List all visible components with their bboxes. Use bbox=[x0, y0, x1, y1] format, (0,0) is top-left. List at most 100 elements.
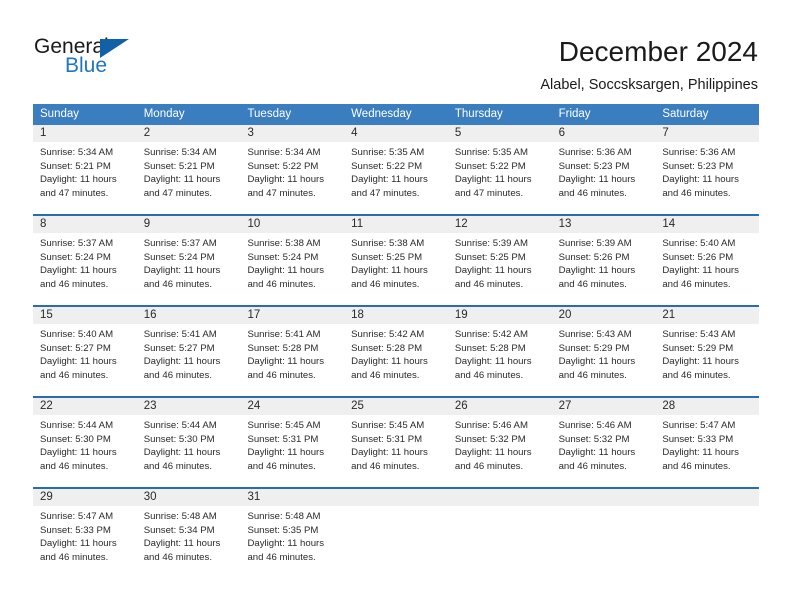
day-info: Sunrise: 5:36 AM Sunset: 5:23 PM Daylight:… bbox=[552, 142, 656, 200]
calendar-day-cell[interactable]: 1 Sunrise: 5:34 AM Sunset: 5:21 PM Daylight… bbox=[33, 125, 137, 214]
sunset-text: Sunset: 5:22 PM bbox=[351, 160, 423, 172]
day-number: 6 bbox=[558, 127, 565, 139]
daylight-text-line1: Daylight: 11 hours bbox=[558, 356, 636, 368]
day-info: Sunrise: 5:34 AM Sunset: 5:21 PM Daylight:… bbox=[137, 142, 241, 200]
calendar-day-cell[interactable]: 24 Sunrise: 5:45 AM Sunset: 5:31 PM Dayligh… bbox=[240, 398, 345, 487]
calendar-day-cell[interactable]: 16 Sunrise: 5:41 AM Sunset: 5:27 PM Dayligh… bbox=[136, 307, 241, 396]
sunrise-text: Sunrise: 5:46 AM bbox=[558, 420, 632, 431]
day-number-band: 10 bbox=[240, 216, 345, 233]
daylight-text-line1: Daylight: 11 hours bbox=[40, 265, 117, 277]
day-number: 18 bbox=[351, 309, 364, 321]
day-info: Sunrise: 5:48 AM Sunset: 5:34 PM Daylight:… bbox=[137, 506, 241, 564]
sunset-text: Sunset: 5:30 PM bbox=[143, 433, 215, 445]
daylight-text-line2: and 46 minutes. bbox=[454, 278, 524, 290]
day-number: 8 bbox=[40, 218, 47, 230]
calendar-weeks: 1 Sunrise: 5:34 AM Sunset: 5:21 PM Daylight… bbox=[33, 125, 760, 578]
calendar-day-cell[interactable]: 8 Sunrise: 5:37 AM Sunset: 5:24 PM Daylight… bbox=[33, 216, 137, 305]
calendar-day-cell[interactable]: 23 Sunrise: 5:44 AM Sunset: 5:30 PM Dayligh… bbox=[136, 398, 241, 487]
calendar-day-cell[interactable]: 25 Sunrise: 5:45 AM Sunset: 5:31 PM Dayligh… bbox=[344, 398, 448, 487]
calendar-day-cell[interactable]: 12 Sunrise: 5:39 AM Sunset: 5:25 PM Dayligh… bbox=[447, 216, 552, 305]
daylight-text-line2: and 46 minutes. bbox=[454, 460, 524, 472]
calendar-day-cell[interactable]: 27 Sunrise: 5:46 AM Sunset: 5:32 PM Dayligh… bbox=[551, 398, 656, 487]
daylight-text-line1: Daylight: 11 hours bbox=[247, 447, 325, 459]
day-number-band bbox=[551, 489, 656, 506]
calendar-day-cell[interactable]: 21 Sunrise: 5:43 AM Sunset: 5:29 PM Dayligh… bbox=[655, 307, 760, 396]
calendar-day-cell[interactable]: 10 Sunrise: 5:38 AM Sunset: 5:24 PM Dayligh… bbox=[240, 216, 345, 305]
day-info: Sunrise: 5:47 AM Sunset: 5:33 PM Daylight:… bbox=[655, 415, 759, 473]
day-number-band: 15 bbox=[33, 307, 137, 324]
day-number: 28 bbox=[662, 400, 676, 412]
sunset-text: Sunset: 5:33 PM bbox=[40, 524, 111, 536]
calendar-day-cell[interactable]: 26 Sunrise: 5:46 AM Sunset: 5:32 PM Dayligh… bbox=[447, 398, 552, 487]
daylight-text-line2: and 46 minutes. bbox=[351, 460, 420, 472]
calendar-day-cell[interactable]: 6 Sunrise: 5:36 AM Sunset: 5:23 PM Daylight… bbox=[551, 125, 656, 214]
daylight-text-line2: and 46 minutes. bbox=[40, 369, 109, 381]
daylight-text-line1: Daylight: 11 hours bbox=[454, 174, 532, 186]
day-number-band: 2 bbox=[136, 125, 241, 142]
day-number-band: 20 bbox=[551, 307, 656, 324]
calendar-day-cell[interactable]: 14 Sunrise: 5:40 AM Sunset: 5:26 PM Dayligh… bbox=[655, 216, 760, 305]
page-header: General Blue December 2024 Alabel, Soccs… bbox=[0, 0, 792, 98]
sunrise-text: Sunrise: 5:38 AM bbox=[351, 238, 425, 249]
calendar-day-cell[interactable]: 18 Sunrise: 5:42 AM Sunset: 5:28 PM Dayligh… bbox=[344, 307, 448, 396]
day-number-band: 23 bbox=[136, 398, 241, 415]
sunset-text: Sunset: 5:22 PM bbox=[247, 160, 319, 172]
daylight-text-line1: Daylight: 11 hours bbox=[351, 265, 428, 277]
sunrise-text: Sunrise: 5:48 AM bbox=[143, 511, 217, 522]
day-number: 11 bbox=[351, 218, 364, 230]
sunset-text: Sunset: 5:33 PM bbox=[662, 433, 734, 445]
calendar-day-cell[interactable]: 2 Sunrise: 5:34 AM Sunset: 5:21 PM Daylight… bbox=[136, 125, 241, 214]
day-number: 16 bbox=[143, 309, 157, 321]
calendar-day-cell[interactable]: 17 Sunrise: 5:41 AM Sunset: 5:28 PM Dayligh… bbox=[240, 307, 345, 396]
day-info: Sunrise: 5:37 AM Sunset: 5:24 PM Daylight:… bbox=[137, 233, 241, 291]
day-number: 23 bbox=[143, 400, 157, 412]
daylight-text-line2: and 47 minutes. bbox=[143, 187, 212, 199]
logo-secondary-text: Blue bbox=[65, 54, 108, 77]
calendar-day-cell-empty bbox=[551, 489, 656, 578]
day-info: Sunrise: 5:45 AM Sunset: 5:31 PM Daylight:… bbox=[344, 415, 448, 473]
sunrise-text: Sunrise: 5:45 AM bbox=[247, 420, 321, 431]
calendar-day-cell[interactable]: 31 Sunrise: 5:48 AM Sunset: 5:35 PM Dayligh… bbox=[240, 489, 345, 578]
calendar-day-cell[interactable]: 9 Sunrise: 5:37 AM Sunset: 5:24 PM Daylight… bbox=[136, 216, 241, 305]
sunset-text: Sunset: 5:24 PM bbox=[143, 251, 215, 263]
sunset-text: Sunset: 5:28 PM bbox=[454, 342, 526, 354]
calendar-day-cell[interactable]: 3 Sunrise: 5:34 AM Sunset: 5:22 PM Daylight… bbox=[240, 125, 345, 214]
sunrise-text: Sunrise: 5:34 AM bbox=[143, 147, 217, 158]
sunset-text: Sunset: 5:24 PM bbox=[40, 251, 111, 263]
calendar-day-cell[interactable]: 13 Sunrise: 5:39 AM Sunset: 5:26 PM Dayligh… bbox=[551, 216, 656, 305]
day-number-band: 16 bbox=[136, 307, 241, 324]
day-number: 9 bbox=[143, 218, 151, 230]
calendar-day-cell[interactable]: 30 Sunrise: 5:48 AM Sunset: 5:34 PM Dayligh… bbox=[136, 489, 241, 578]
calendar-day-cell[interactable]: 20 Sunrise: 5:43 AM Sunset: 5:29 PM Dayligh… bbox=[551, 307, 656, 396]
calendar-day-cell[interactable]: 11 Sunrise: 5:38 AM Sunset: 5:25 PM Dayligh… bbox=[344, 216, 448, 305]
daylight-text-line2: and 46 minutes. bbox=[662, 369, 731, 381]
calendar-day-cell[interactable]: 7 Sunrise: 5:36 AM Sunset: 5:23 PM Daylight… bbox=[655, 125, 760, 214]
day-number: 7 bbox=[662, 127, 669, 139]
calendar-day-cell[interactable]: 29 Sunrise: 5:47 AM Sunset: 5:33 PM Dayligh… bbox=[33, 489, 137, 578]
day-info: Sunrise: 5:41 AM Sunset: 5:27 PM Daylight:… bbox=[137, 324, 241, 382]
calendar-day-cell[interactable]: 4 Sunrise: 5:35 AM Sunset: 5:22 PM Daylight… bbox=[344, 125, 448, 214]
calendar-day-cell[interactable]: 19 Sunrise: 5:42 AM Sunset: 5:28 PM Dayligh… bbox=[447, 307, 552, 396]
general-blue-logo: General Blue bbox=[34, 36, 214, 86]
day-number: 17 bbox=[247, 309, 261, 321]
sunrise-text: Sunrise: 5:46 AM bbox=[454, 420, 528, 431]
day-info: Sunrise: 5:35 AM Sunset: 5:22 PM Daylight:… bbox=[448, 142, 552, 200]
daylight-text-line1: Daylight: 11 hours bbox=[454, 447, 532, 459]
day-info: Sunrise: 5:34 AM Sunset: 5:21 PM Daylight:… bbox=[33, 142, 137, 200]
day-info: Sunrise: 5:38 AM Sunset: 5:25 PM Daylight:… bbox=[344, 233, 448, 291]
day-number-band: 11 bbox=[344, 216, 448, 233]
day-number-band: 1 bbox=[33, 125, 137, 142]
daylight-text-line1: Daylight: 11 hours bbox=[143, 174, 221, 186]
calendar-day-cell[interactable]: 28 Sunrise: 5:47 AM Sunset: 5:33 PM Dayligh… bbox=[655, 398, 760, 487]
day-number-band: 9 bbox=[136, 216, 241, 233]
day-info: Sunrise: 5:39 AM Sunset: 5:26 PM Daylight:… bbox=[552, 233, 656, 291]
sunset-text: Sunset: 5:26 PM bbox=[558, 251, 630, 263]
weekday-header-monday: Monday bbox=[143, 108, 185, 120]
daylight-text-line1: Daylight: 11 hours bbox=[247, 265, 325, 277]
calendar-day-cell[interactable]: 15 Sunrise: 5:40 AM Sunset: 5:27 PM Dayligh… bbox=[33, 307, 137, 396]
sunset-text: Sunset: 5:31 PM bbox=[247, 433, 319, 445]
day-number: 4 bbox=[351, 127, 358, 139]
calendar-day-cell[interactable]: 22 Sunrise: 5:44 AM Sunset: 5:30 PM Dayligh… bbox=[33, 398, 137, 487]
calendar-day-cell[interactable]: 5 Sunrise: 5:35 AM Sunset: 5:22 PM Daylight… bbox=[447, 125, 552, 214]
day-info: Sunrise: 5:48 AM Sunset: 5:35 PM Daylight:… bbox=[240, 506, 344, 564]
